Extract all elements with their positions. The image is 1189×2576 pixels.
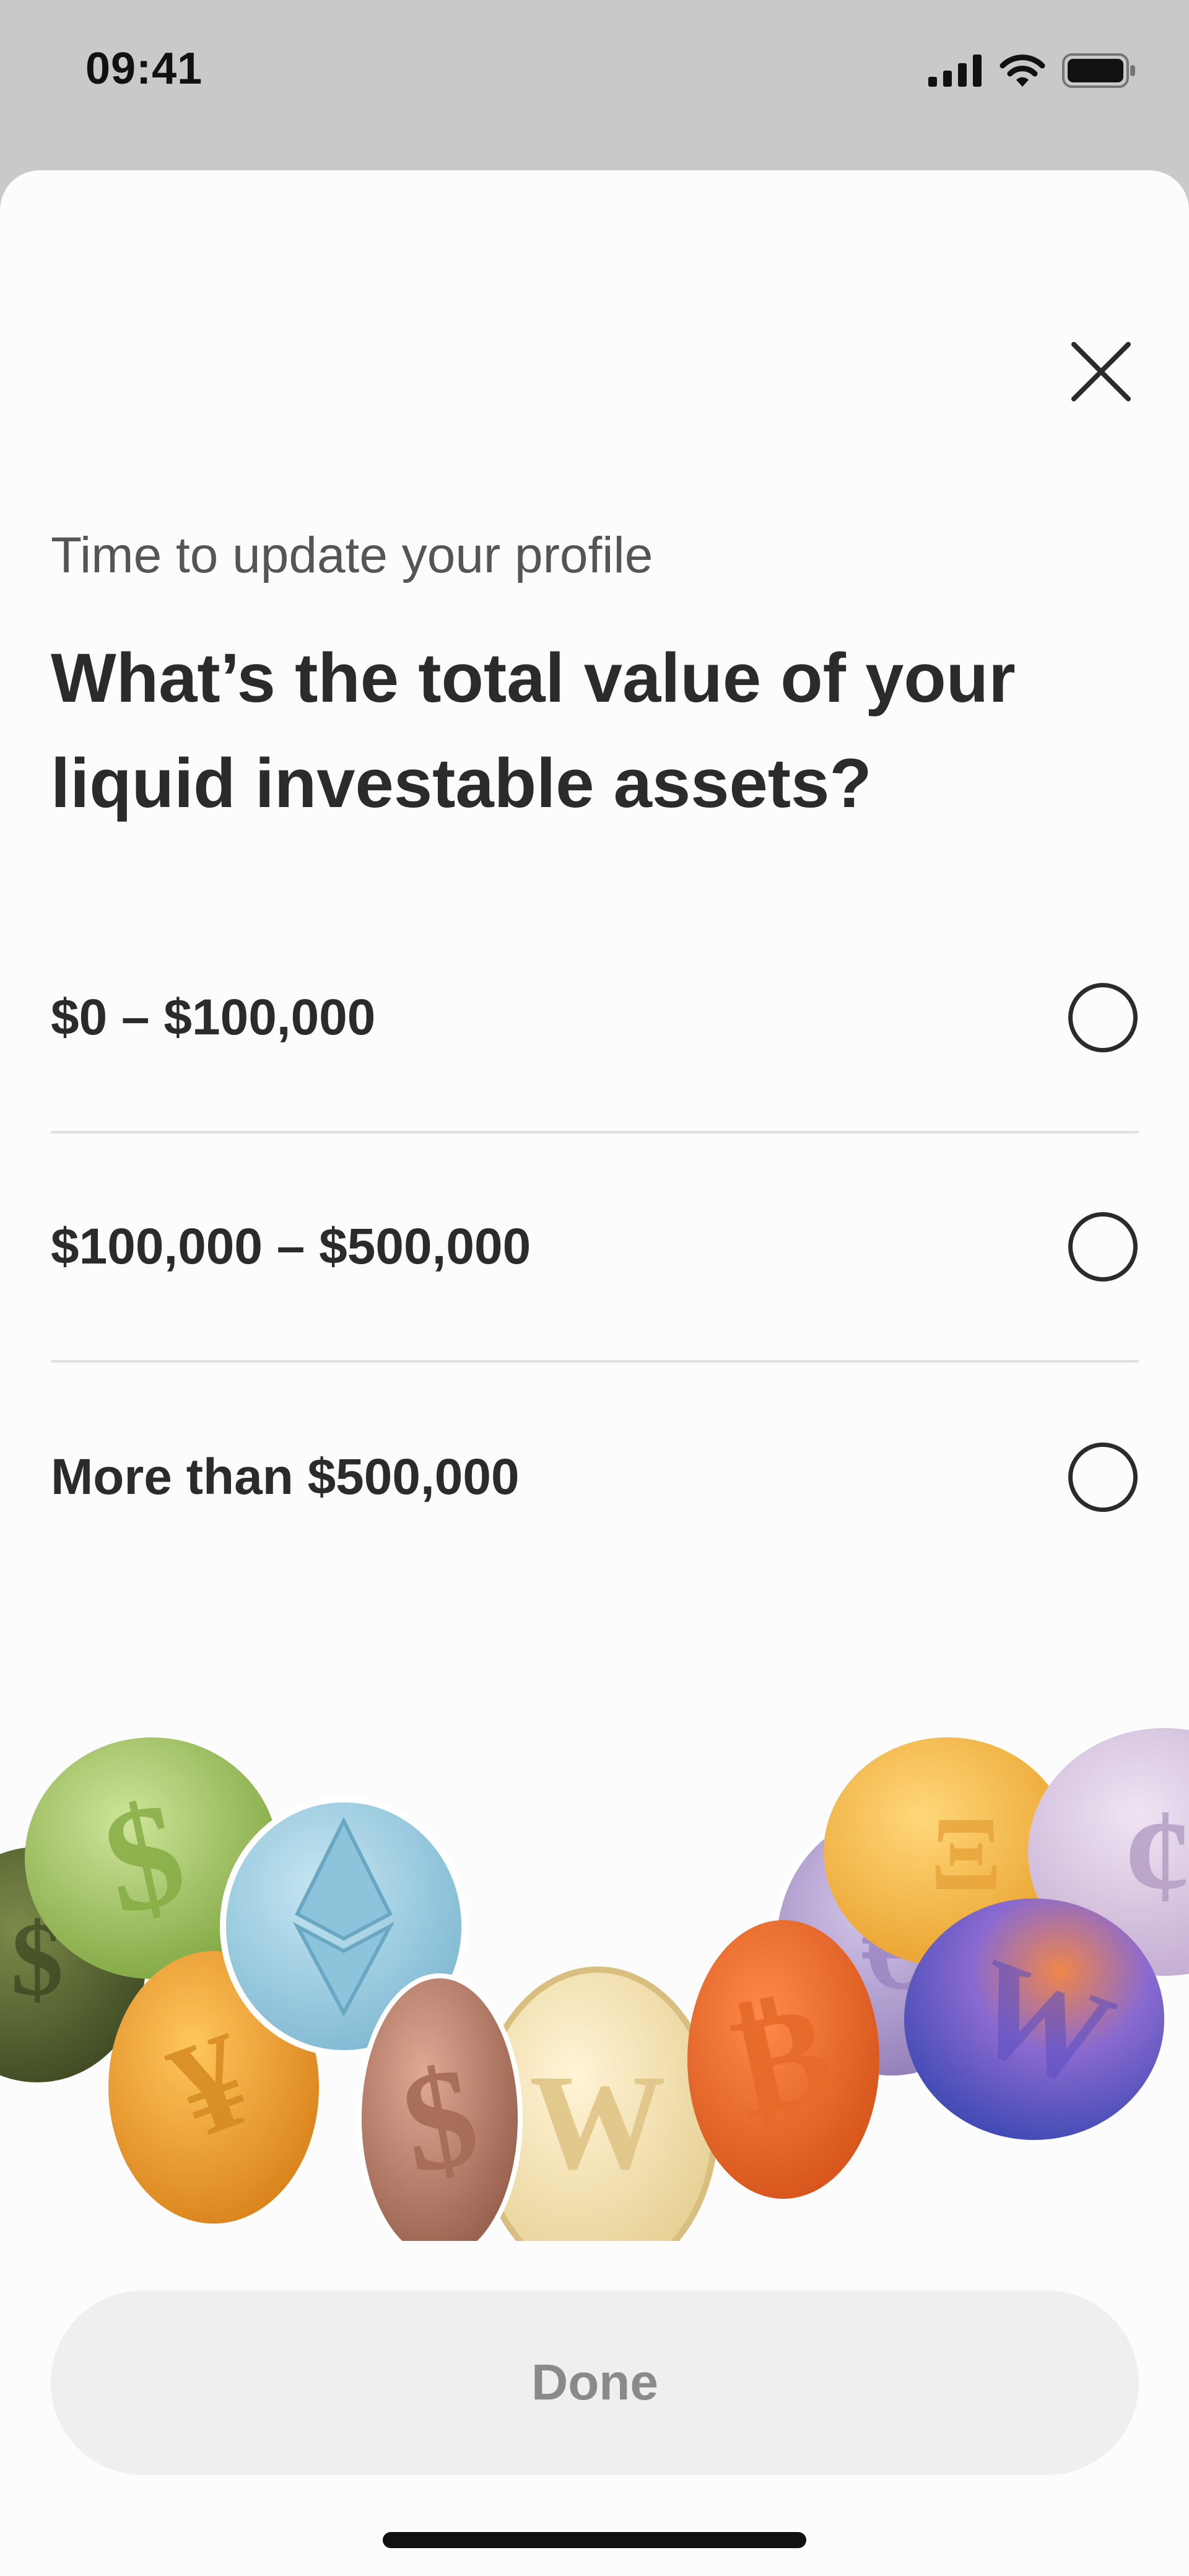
done-button[interactable]: Done bbox=[51, 2290, 1139, 2475]
close-button[interactable] bbox=[1064, 334, 1138, 409]
eyebrow-text: Time to update your profile bbox=[51, 527, 653, 583]
status-time: 09:41 bbox=[85, 44, 203, 94]
svg-text:W: W bbox=[529, 2046, 666, 2198]
radio-button[interactable] bbox=[1068, 1212, 1138, 1281]
option-label: $100,000 – $500,000 bbox=[51, 1218, 531, 1275]
coin-copper-dollar: $ bbox=[357, 1973, 523, 2241]
signal-icon bbox=[928, 55, 982, 87]
radio-button[interactable] bbox=[1068, 1443, 1138, 1512]
question-title: What’s the total value of your liquid in… bbox=[51, 639, 1016, 822]
status-icons bbox=[928, 52, 1136, 89]
battery-icon bbox=[1062, 53, 1135, 88]
radio-button[interactable] bbox=[1068, 983, 1138, 1052]
option-label: More than $500,000 bbox=[51, 1449, 520, 1505]
coin-indigo-w: W bbox=[904, 1898, 1164, 2140]
wifi-icon bbox=[1000, 55, 1045, 87]
option-0-100k[interactable]: $0 – $100,000 bbox=[51, 904, 1139, 1133]
coins-illustration: $ $ ¥ W $ € bbox=[0, 1728, 1189, 2241]
option-more-500k[interactable]: More than $500,000 bbox=[51, 1363, 1139, 1592]
home-indicator bbox=[383, 2532, 806, 2548]
option-100k-500k[interactable]: $100,000 – $500,000 bbox=[51, 1133, 1139, 1363]
status-bar: 09:41 bbox=[0, 0, 1189, 170]
close-icon bbox=[1071, 342, 1131, 401]
asset-options-list: $0 – $100,000 $100,000 – $500,000 More t… bbox=[51, 904, 1139, 1592]
coin-orange-btc: ₿ bbox=[687, 1920, 879, 2199]
svg-text:Ξ: Ξ bbox=[930, 1796, 1001, 1912]
svg-text:¢: ¢ bbox=[1124, 1780, 1189, 1931]
option-label: $0 – $100,000 bbox=[51, 989, 376, 1046]
